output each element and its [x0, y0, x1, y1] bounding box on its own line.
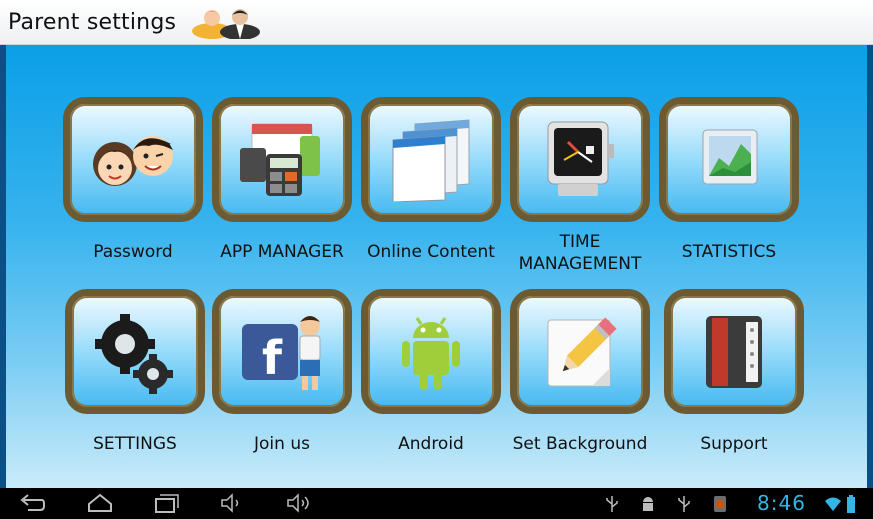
system-bar: 8:46 [0, 488, 873, 519]
statistics-label: STATISTICS [681, 242, 777, 262]
recent-apps-icon[interactable] [152, 492, 180, 514]
app-manager-label: APP MANAGER [220, 242, 344, 262]
browser-windows-icon [392, 118, 470, 202]
online-content-label: Online Content [367, 242, 495, 262]
page-title: Parent settings [8, 9, 177, 35]
calculator-calendar-icon [240, 123, 320, 196]
panel-edge-right [867, 45, 873, 488]
set-background-label: Set Background [512, 434, 648, 454]
android-debug-icon [643, 497, 653, 511]
battery-icon [847, 495, 855, 513]
usb-icon [606, 496, 618, 512]
back-icon[interactable] [18, 492, 46, 514]
time-management-tile[interactable] [510, 97, 650, 222]
time-management-label: TIME MANAGEMENT [518, 232, 642, 274]
wifi-icon [825, 497, 841, 511]
set-background-tile[interactable] [510, 289, 650, 414]
kids-faces-icon [93, 135, 173, 186]
online-content-tile[interactable] [361, 97, 501, 222]
password-label: Password [93, 242, 173, 262]
gears-icon [95, 313, 173, 394]
settings-tile[interactable] [65, 289, 205, 414]
usb-icon [678, 496, 690, 512]
clock: 8:46 [757, 491, 806, 515]
parents-icon [192, 9, 261, 39]
support-label: Support [700, 434, 768, 454]
volume-down-icon[interactable] [218, 492, 246, 514]
volume-up-icon[interactable] [284, 492, 312, 514]
title-bar: Parent settings [0, 0, 873, 45]
settings-panel: Password APP MANAGER Online Content TIME… [0, 45, 873, 488]
settings-label: SETTINGS [93, 434, 177, 454]
statistics-tile[interactable] [659, 97, 799, 222]
join-us-tile[interactable]: f [212, 289, 352, 414]
clock-icon [547, 121, 614, 196]
android-icon [402, 316, 460, 390]
app-notification-icon [714, 496, 726, 512]
pencil-paper-icon [547, 316, 617, 386]
android-tile[interactable] [361, 289, 501, 414]
join-us-label: Join us [254, 434, 310, 454]
svg-text:f: f [262, 331, 283, 385]
support-tile[interactable] [664, 289, 804, 414]
password-tile[interactable] [63, 97, 203, 222]
home-icon[interactable] [86, 492, 114, 514]
android-label: Android [398, 434, 464, 454]
app-manager-tile[interactable] [212, 97, 352, 222]
chart-icon [702, 129, 758, 184]
facebook-boy-icon: f [242, 315, 321, 390]
panel-edge-left [0, 45, 6, 488]
address-book-icon [706, 315, 762, 388]
